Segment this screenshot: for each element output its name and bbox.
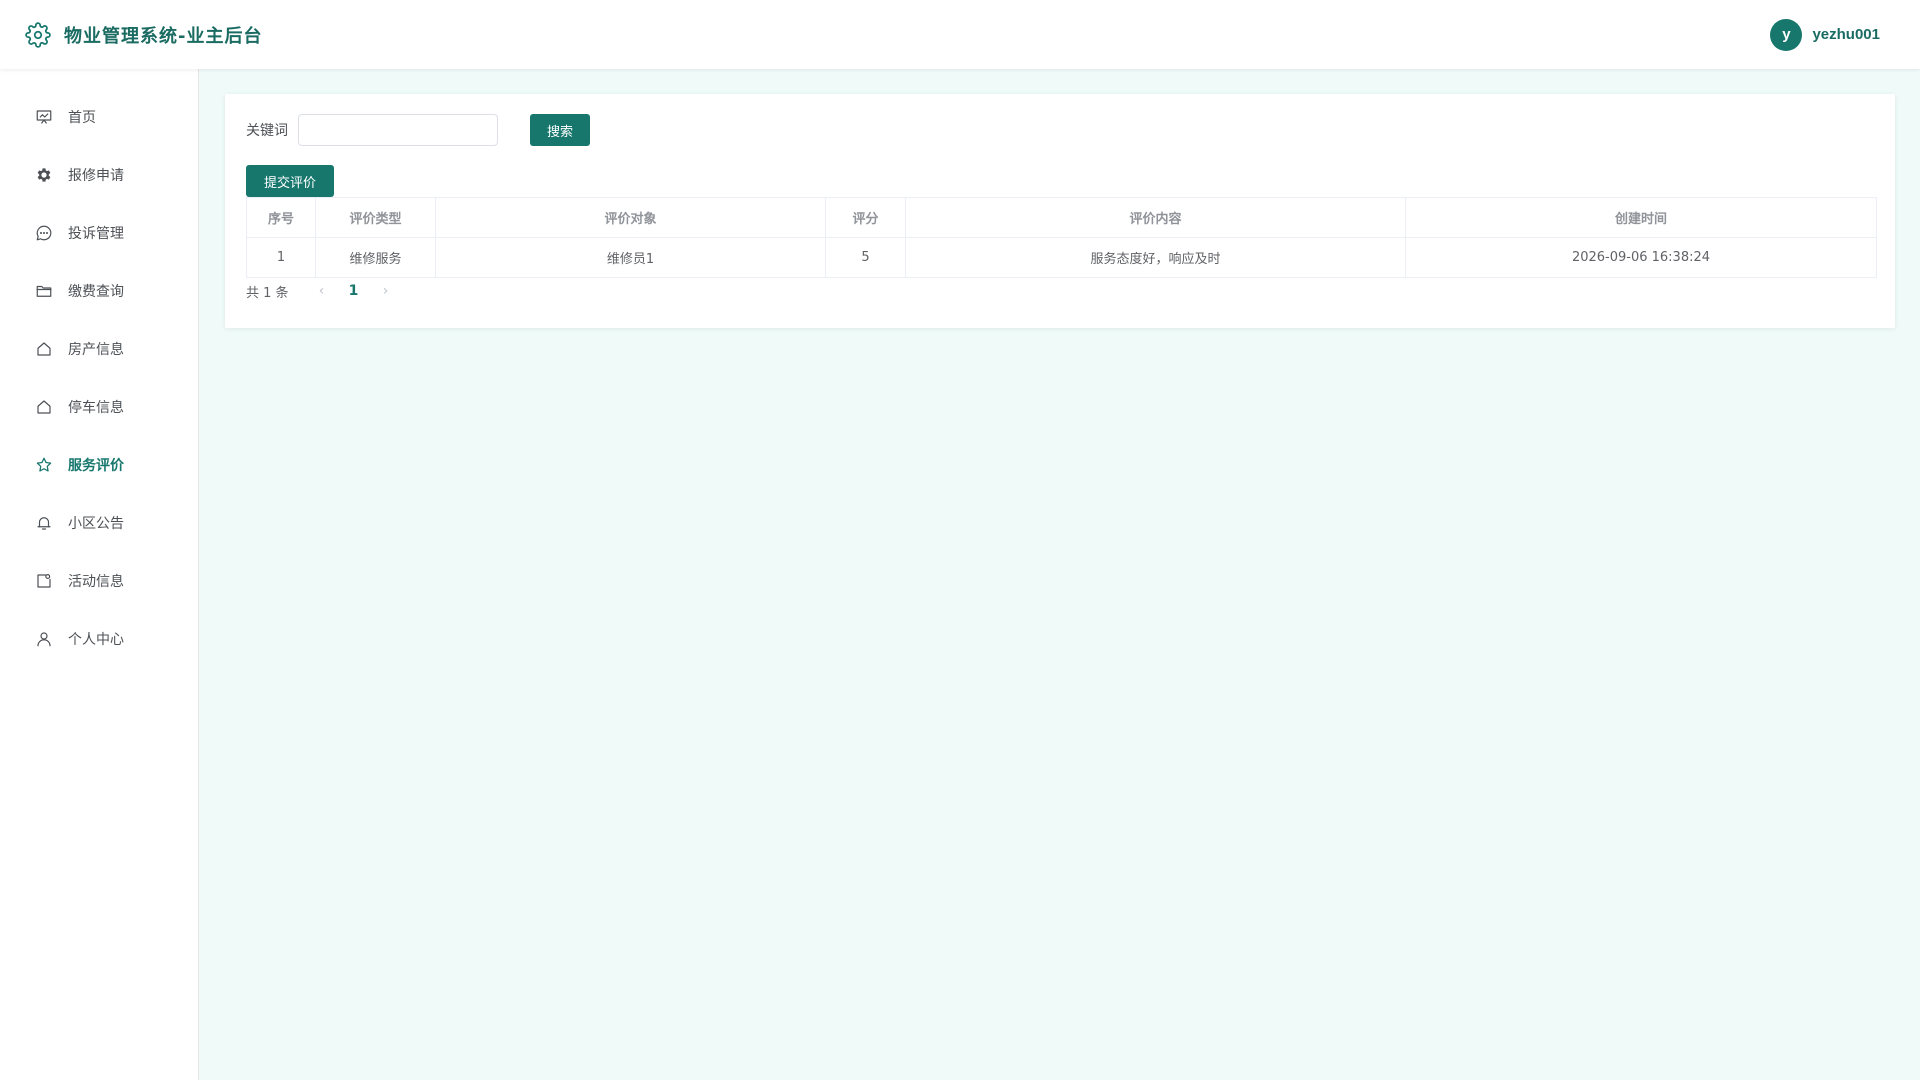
sidebar-item-label: 报修申请 bbox=[68, 168, 124, 184]
evaluation-card: 关键词 搜索 提交评价 序号 评价类型 评价对象 评分 评价内容 创建时间 1 … bbox=[225, 94, 1895, 328]
search-button[interactable]: 搜索 bbox=[530, 114, 590, 146]
sidebar-item-notice[interactable]: 小区公告 bbox=[0, 494, 198, 552]
sidebar-item-label: 投诉管理 bbox=[68, 226, 124, 242]
sidebar-item-label: 停车信息 bbox=[68, 400, 124, 416]
column-header-content: 评价内容 bbox=[905, 197, 1406, 238]
sidebar-item-label: 活动信息 bbox=[68, 574, 124, 590]
sidebar-item-label: 房产信息 bbox=[68, 342, 124, 358]
keyword-input[interactable] bbox=[298, 114, 498, 146]
sidebar-item-evaluation[interactable]: 服务评价 bbox=[0, 436, 198, 494]
bell-icon bbox=[34, 513, 54, 533]
gear-icon bbox=[24, 21, 52, 49]
pagination: 共 1 条 ‹ 1 › bbox=[246, 277, 401, 305]
sidebar-item-home[interactable]: 首页 bbox=[0, 88, 198, 146]
cell-target: 维修员1 bbox=[435, 237, 826, 278]
sidebar-item-complaint[interactable]: 投诉管理 bbox=[0, 204, 198, 262]
cell-created-time: 2026-09-06 16:38:24 bbox=[1405, 237, 1877, 278]
house-icon bbox=[34, 339, 54, 359]
star-icon bbox=[34, 455, 54, 475]
keyword-label: 关键词 bbox=[246, 123, 288, 139]
house-icon bbox=[34, 397, 54, 417]
table-header-row: 序号 评价类型 评价对象 评分 评价内容 创建时间 bbox=[246, 197, 1877, 238]
pagination-next-button[interactable]: › bbox=[371, 283, 401, 299]
column-header-target: 评价对象 bbox=[435, 197, 826, 238]
sidebar-item-profile[interactable]: 个人中心 bbox=[0, 610, 198, 668]
avatar[interactable]: y bbox=[1770, 18, 1803, 51]
cell-index: 1 bbox=[246, 237, 316, 278]
column-header-score: 评分 bbox=[825, 197, 906, 238]
main-content: 关键词 搜索 提交评价 序号 评价类型 评价对象 评分 评价内容 创建时间 1 … bbox=[200, 69, 1920, 1080]
cell-content: 服务态度好，响应及时 bbox=[905, 237, 1406, 278]
calendar-card-icon bbox=[34, 571, 54, 591]
table-row: 1 维修服务 维修员1 5 服务态度好，响应及时 2026-09-06 16:3… bbox=[246, 237, 1877, 278]
sidebar-item-label: 小区公告 bbox=[68, 516, 124, 532]
presentation-board-icon bbox=[34, 107, 54, 127]
sidebar-item-repair[interactable]: 报修申请 bbox=[0, 146, 198, 204]
sidebar-item-label: 服务评价 bbox=[68, 458, 124, 474]
column-header-created-time: 创建时间 bbox=[1405, 197, 1877, 238]
user-menu[interactable]: y yezhu001 bbox=[1770, 0, 1880, 69]
column-header-type: 评价类型 bbox=[315, 197, 436, 238]
sidebar-item-property[interactable]: 房产信息 bbox=[0, 320, 198, 378]
cell-score: 5 bbox=[825, 237, 906, 278]
sidebar-item-parking[interactable]: 停车信息 bbox=[0, 378, 198, 436]
username[interactable]: yezhu001 bbox=[1812, 26, 1880, 43]
pagination-prev-button[interactable]: ‹ bbox=[307, 283, 337, 299]
cell-type: 维修服务 bbox=[315, 237, 436, 278]
sidebar-item-label: 首页 bbox=[68, 110, 96, 126]
sidebar: 首页 报修申请 投诉管理 缴费查询 房产信息 停车信息 服务评价 小区公告 活动… bbox=[0, 69, 199, 1080]
chat-bubble-icon bbox=[34, 223, 54, 243]
top-header: 物业管理系统-业主后台 y yezhu001 bbox=[0, 0, 1920, 69]
search-bar: 关键词 搜索 bbox=[246, 114, 590, 146]
gear-icon bbox=[34, 165, 54, 185]
pagination-page-1[interactable]: 1 bbox=[337, 283, 371, 299]
pagination-total: 共 1 条 bbox=[246, 285, 289, 301]
sidebar-item-label: 缴费查询 bbox=[68, 284, 124, 300]
user-icon bbox=[34, 629, 54, 649]
sidebar-item-label: 个人中心 bbox=[68, 632, 124, 648]
app-title: 物业管理系统-业主后台 bbox=[64, 25, 263, 47]
sidebar-item-payment[interactable]: 缴费查询 bbox=[0, 262, 198, 320]
submit-evaluation-button[interactable]: 提交评价 bbox=[246, 165, 334, 197]
sidebar-item-activity[interactable]: 活动信息 bbox=[0, 552, 198, 610]
evaluation-table: 序号 评价类型 评价对象 评分 评价内容 创建时间 1 维修服务 维修员1 5 … bbox=[246, 197, 1877, 278]
column-header-index: 序号 bbox=[246, 197, 316, 238]
folder-icon bbox=[34, 281, 54, 301]
